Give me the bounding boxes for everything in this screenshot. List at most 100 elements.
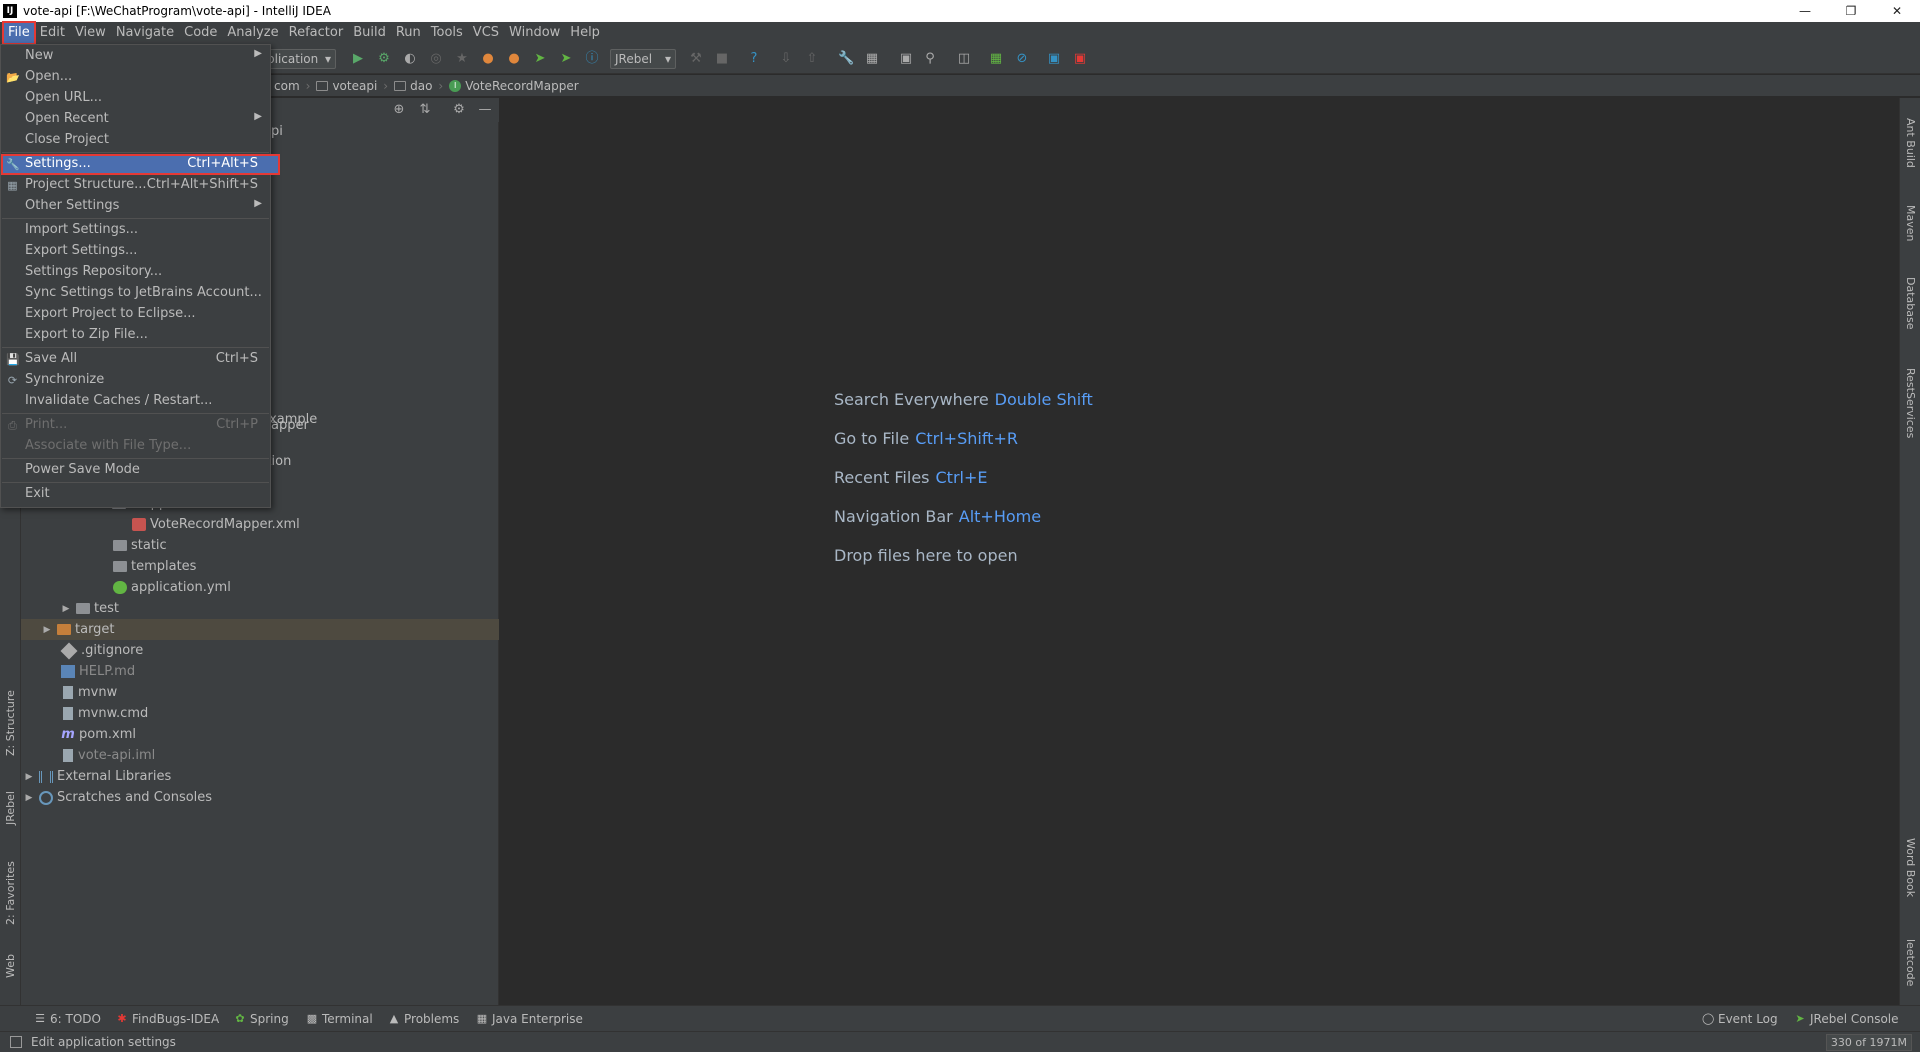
menu-view[interactable]: View — [70, 22, 111, 44]
help-icon[interactable]: ? — [746, 51, 762, 67]
menu-item-open-url[interactable]: Open URL... — [1, 88, 270, 109]
tab-word-book[interactable]: Word Book — [1902, 828, 1919, 908]
stop-icon[interactable]: ■ — [714, 51, 730, 67]
sdk-icon[interactable]: ▣ — [898, 51, 914, 67]
menu-item-other-settings[interactable]: Other Settings ▶ — [1, 196, 270, 217]
menu-item-print[interactable]: ⎙ Print... Ctrl+P — [1, 415, 270, 436]
tree-item[interactable]: .gitignore — [21, 640, 499, 661]
tree-item[interactable]: mvnw.cmd — [21, 703, 499, 724]
menu-item-settings-repository[interactable]: Settings Repository... — [1, 262, 270, 283]
collapsed-arrow-icon[interactable]: ▶ — [60, 603, 72, 615]
jrebel-update-icon[interactable]: ➤ — [532, 51, 548, 67]
tab-web[interactable]: Web — [2, 946, 19, 986]
menu-item-close-project[interactable]: Close Project — [1, 130, 270, 151]
menu-item-open-recent[interactable]: Open Recent ▶ — [1, 109, 270, 130]
tree-item[interactable]: m pom.xml — [21, 724, 499, 745]
vcs-commit-icon[interactable]: ⇧ — [804, 51, 820, 67]
coverage-icon[interactable]: ◐ — [402, 51, 418, 67]
menu-vcs[interactable]: VCS — [468, 22, 504, 44]
breadcrumb-item[interactable]: I VoteRecordMapper — [449, 79, 579, 93]
monitor-icon[interactable]: ▦ — [988, 51, 1004, 67]
menu-item-associate-file-type[interactable]: Associate with File Type... — [1, 436, 270, 457]
breadcrumb-item[interactable]: com — [274, 79, 300, 93]
menu-code[interactable]: Code — [179, 22, 222, 44]
menu-navigate[interactable]: Navigate — [111, 22, 179, 44]
minimize-icon[interactable]: — — [1782, 0, 1828, 22]
menu-item-project-structure[interactable]: ▦ Project Structure... Ctrl+Alt+Shift+S — [1, 175, 270, 196]
menu-item-export-settings[interactable]: Export Settings... — [1, 241, 270, 262]
menu-item-export-eclipse[interactable]: Export Project to Eclipse... — [1, 304, 270, 325]
jrebel-run-icon[interactable]: ● — [480, 51, 496, 67]
tree-item[interactable]: static — [21, 535, 499, 556]
menu-item-new[interactable]: New ▶ — [1, 46, 270, 67]
tab-jrebel-console[interactable]: ➤ JRebel Console — [1794, 1006, 1898, 1032]
menu-item-import-settings[interactable]: Import Settings... — [1, 220, 270, 241]
menu-tools[interactable]: Tools — [426, 22, 468, 44]
gear-icon[interactable]: ⚙ — [451, 102, 467, 118]
tree-item[interactable]: mvnw — [21, 682, 499, 703]
tree-item-selected[interactable]: ▶ target — [21, 619, 499, 640]
tree-item[interactable]: ▶ External Libraries — [21, 766, 499, 787]
tab-terminal[interactable]: ▩ Terminal — [306, 1006, 373, 1032]
tab-ant-build[interactable]: Ant Build — [1902, 108, 1919, 178]
menu-refactor[interactable]: Refactor — [284, 22, 349, 44]
locate-icon[interactable]: ⊕ — [391, 102, 407, 118]
profile-icon[interactable]: ◎ — [428, 51, 444, 67]
tab-structure[interactable]: Z: Structure — [2, 683, 19, 763]
no-entry-icon[interactable]: ⊘ — [1014, 51, 1030, 67]
menu-item-invalidate-caches[interactable]: Invalidate Caches / Restart... — [1, 391, 270, 412]
tab-findbugs[interactable]: ✱ FindBugs-IDEA — [116, 1006, 219, 1032]
editor-empty-area[interactable]: Search Everywhere Double Shift Go to File… — [500, 98, 1898, 1005]
menu-help[interactable]: Help — [565, 22, 605, 44]
tab-spring[interactable]: ✿ Spring — [234, 1006, 288, 1032]
tab-java-enterprise[interactable]: ▦ Java Enterprise — [476, 1006, 583, 1032]
tree-item[interactable]: HELP.md — [21, 661, 499, 682]
search-icon[interactable]: ⚲ — [922, 51, 938, 67]
menu-file[interactable]: File — [2, 21, 36, 45]
tab-database[interactable]: Database — [1902, 268, 1919, 338]
tab-event-log[interactable]: ◯ Event Log — [1702, 1006, 1778, 1032]
menu-edit[interactable]: Edit — [35, 22, 70, 44]
hide-icon[interactable]: — — [477, 102, 493, 118]
tree-item[interactable]: ▶ test — [21, 598, 499, 619]
menu-run[interactable]: Run — [391, 22, 426, 44]
translate-icon[interactable]: ▣ — [1046, 51, 1062, 67]
restore-icon[interactable]: ❐ — [1828, 0, 1874, 22]
close-icon[interactable]: ✕ — [1874, 0, 1920, 22]
tab-problems[interactable]: ▲ Problems — [388, 1006, 460, 1032]
collapsed-arrow-icon[interactable]: ▶ — [41, 624, 53, 636]
debug-icon[interactable]: ⚙ — [376, 51, 392, 67]
build-icon[interactable]: ⚒ — [688, 51, 704, 67]
memory-indicator[interactable]: 330 of 1971M — [1825, 1034, 1912, 1051]
menu-item-save-all[interactable]: 💾 Save All Ctrl+S — [1, 349, 270, 370]
office-icon[interactable]: ▣ — [1072, 51, 1088, 67]
jrebel-select[interactable]: JRebel — [610, 49, 676, 69]
project-structure-icon[interactable]: ▦ — [864, 51, 880, 67]
tree-item[interactable]: templates — [21, 556, 499, 577]
settings-wrench-icon[interactable]: 🔧 — [838, 51, 854, 67]
tab-restservices[interactable]: RestServices — [1902, 353, 1919, 453]
menu-item-sync-settings[interactable]: Sync Settings to JetBrains Account... — [1, 283, 270, 304]
menu-item-export-zip[interactable]: Export to Zip File... — [1, 325, 270, 346]
vcs-update-icon[interactable]: ⇩ — [778, 51, 794, 67]
toggle-tool-windows-icon[interactable] — [10, 1036, 22, 1048]
menu-item-exit[interactable]: Exit — [1, 484, 270, 505]
run-configuration-select[interactable]: plication — [262, 49, 336, 69]
database-icon[interactable]: ◫ — [956, 51, 972, 67]
breadcrumb-item[interactable]: dao — [394, 79, 432, 93]
menu-item-settings[interactable]: 🔧 Settings... Ctrl+Alt+S — [1, 154, 280, 175]
tab-maven[interactable]: Maven — [1902, 193, 1919, 253]
tab-jrebel[interactable]: JRebel — [2, 783, 19, 833]
jrebel-debug-icon[interactable]: ● — [506, 51, 522, 67]
collapsed-arrow-icon[interactable]: ▶ — [23, 792, 35, 804]
attach-icon[interactable]: ★ — [454, 51, 470, 67]
tab-leetcode[interactable]: leetcode — [1902, 928, 1919, 998]
run-icon[interactable]: ▶ — [350, 51, 366, 67]
breadcrumb-item[interactable]: voteapi — [316, 79, 377, 93]
tab-favorites[interactable]: 2: Favorites — [2, 853, 19, 933]
menu-window[interactable]: Window — [504, 22, 565, 44]
menu-item-power-save-mode[interactable]: Power Save Mode — [1, 460, 270, 481]
menu-analyze[interactable]: Analyze — [222, 22, 283, 44]
tree-item[interactable]: application.yml — [21, 577, 499, 598]
tab-todo[interactable]: ☰ 6: TODO — [34, 1006, 101, 1032]
